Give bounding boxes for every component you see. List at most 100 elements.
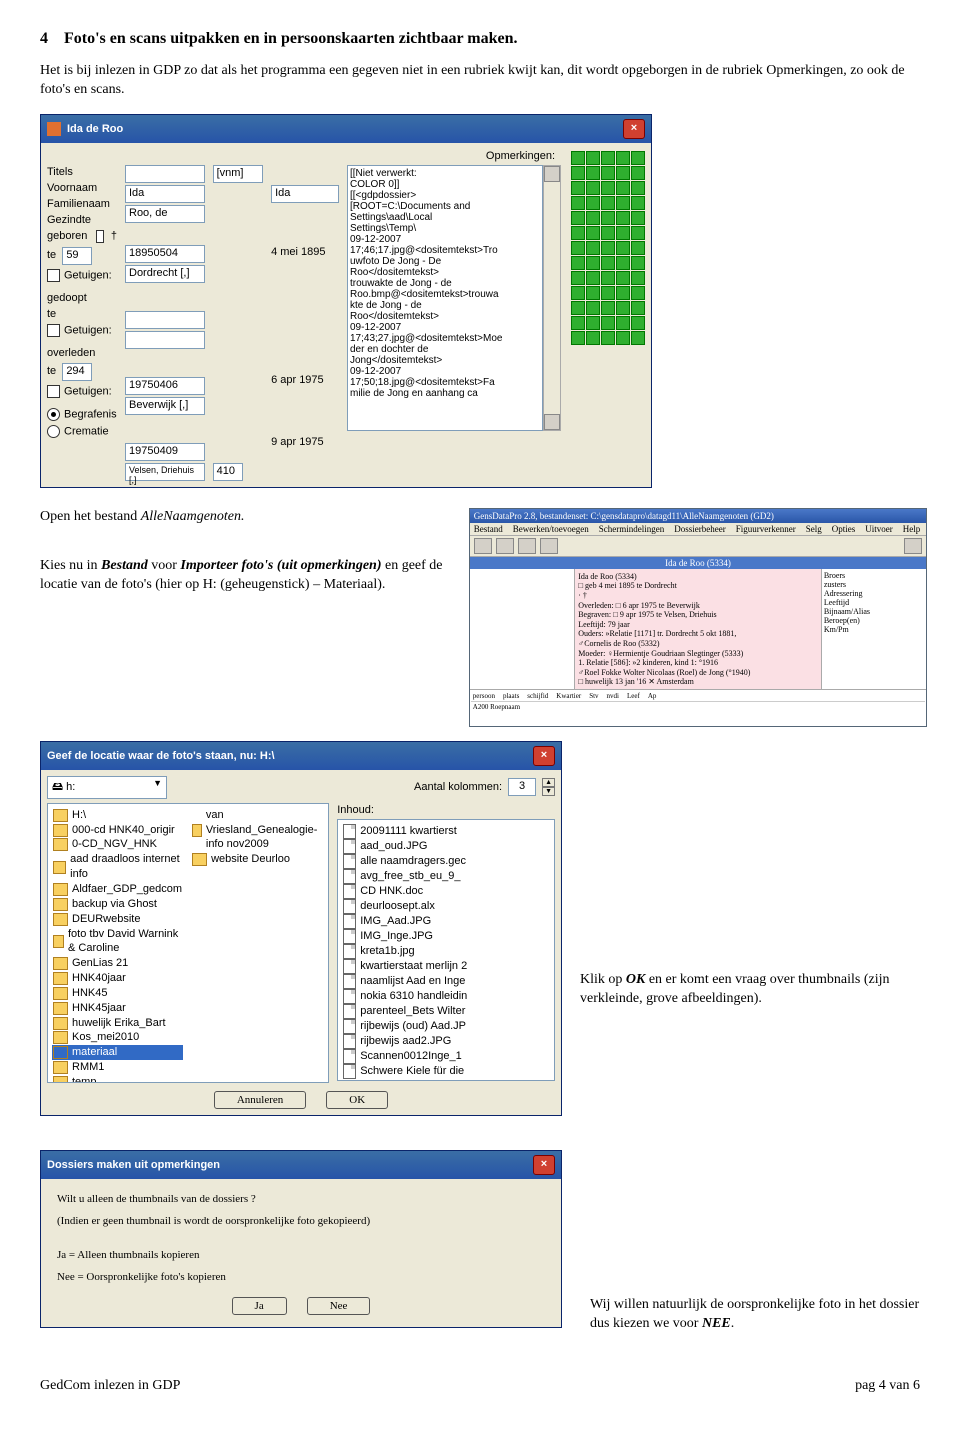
folder-item[interactable]: DEURwebsite (52, 912, 183, 927)
close-icon[interactable]: × (623, 119, 645, 139)
folder-item[interactable]: Aldfaer_GDP_gedcom (52, 882, 183, 897)
folder-icon (53, 1031, 68, 1044)
toolbar-btn[interactable] (518, 538, 536, 554)
drive-combo[interactable]: 🖴 h: ▼ (47, 776, 167, 799)
geb-code-input[interactable]: 59 (62, 247, 92, 265)
checkbox[interactable] (47, 269, 60, 282)
menu-item[interactable]: Uitvoer (865, 524, 893, 534)
menu-item[interactable]: Dossierbeheer (674, 524, 725, 534)
file-icon (343, 929, 356, 944)
mini-toolbar[interactable] (470, 536, 926, 557)
fd-titlebar[interactable]: Geef de locatie waar de foto's staan, nu… (41, 742, 561, 770)
file-item[interactable]: rijbewijs (oud) Aad.JP (342, 1019, 550, 1034)
file-item[interactable]: naamlijst Aad en Inge (342, 974, 550, 989)
mini-menubar[interactable]: Bestand Bewerken/toevoegen Schermindelinge… (470, 523, 926, 536)
folder-item[interactable]: HNK45jaar (52, 1001, 183, 1016)
menu-item[interactable]: Schermindelingen (599, 524, 664, 534)
menu-item[interactable]: Bewerken/toevoegen (513, 524, 589, 534)
checkbox[interactable] (47, 324, 60, 337)
folder-item[interactable]: 000-cd HNK40_origir (52, 823, 183, 838)
scrollbar[interactable] (543, 165, 561, 431)
folder-item[interactable]: GenLias 21 (52, 956, 183, 971)
folder-item[interactable]: 0-CD_NGV_HNK (52, 837, 183, 852)
folder-item[interactable]: backup via Ghost (52, 897, 183, 912)
folder-item[interactable]: van Vriesland_Genealogie-info nov2009 (191, 808, 324, 853)
folder-item[interactable]: HNK40jaar (52, 971, 183, 986)
file-item[interactable]: Schwere Kiele für die (342, 1064, 550, 1079)
checkbox[interactable] (47, 385, 60, 398)
toolbar-btn[interactable] (496, 538, 514, 554)
menu-item[interactable]: Opties (832, 524, 856, 534)
familienaam-input[interactable]: Roo, de (125, 205, 205, 223)
file-list[interactable]: 20091111 kwartierstaad_oud.JPGalle naamd… (337, 819, 555, 1081)
file-item[interactable]: aad_oud.JPG (342, 839, 550, 854)
nee-button[interactable]: Nee (307, 1297, 371, 1315)
toolbar-btn[interactable] (474, 538, 492, 554)
file-item[interactable]: nokia 6310 handleidin (342, 989, 550, 1004)
checkbox[interactable] (96, 230, 103, 243)
menu-item[interactable]: Bestand (474, 524, 503, 534)
folder-item[interactable]: HNK45 (52, 986, 183, 1001)
file-item[interactable]: kwartierstaat merlijn 2 (342, 959, 550, 974)
folder-item[interactable]: materiaal (52, 1045, 183, 1060)
file-item[interactable]: CD HNK.doc (342, 884, 550, 899)
file-icon (343, 914, 356, 929)
scroll-down-icon[interactable] (544, 414, 560, 430)
toolbar-btn[interactable] (904, 538, 922, 554)
file-item[interactable]: rijbewijs aad2.JPG (342, 1034, 550, 1049)
folder-item[interactable]: foto tbv David Warnink & Caroline (52, 927, 183, 957)
scroll-up-icon[interactable] (544, 166, 560, 182)
gedoopt-datum-input[interactable] (125, 311, 205, 329)
ovl-plaats-input[interactable]: Beverwijk [,] (125, 397, 205, 415)
toolbar-btn[interactable] (540, 538, 558, 554)
file-item[interactable]: kreta1b.jpg (342, 944, 550, 959)
file-item[interactable]: Scannen0012Inge_1 (342, 1049, 550, 1064)
cancel-button[interactable]: Annuleren (214, 1091, 306, 1109)
label-overleden: overleden (47, 346, 117, 360)
folder-list[interactable]: H:\000-cd HNK40_origir0-CD_NGV_HNKaad dr… (47, 803, 329, 1083)
file-item[interactable]: 20091111 kwartierst (342, 824, 550, 839)
radio-begrafenis[interactable]: Begrafenis (47, 407, 117, 422)
vnm-input[interactable]: [vnm] (213, 165, 263, 183)
gedoopt-plaats-input[interactable] (125, 331, 205, 349)
spinner-up-icon[interactable]: ▲ (542, 778, 555, 787)
folder-item[interactable]: aad draadloos internet info (52, 852, 183, 882)
voornaam-input[interactable]: Ida (125, 185, 205, 203)
beg-datum-input[interactable]: 19750409 (125, 443, 205, 461)
ok-button[interactable]: OK (326, 1091, 388, 1109)
roepnaam-input[interactable]: Ida (271, 185, 339, 203)
folder-item[interactable]: temp (52, 1075, 183, 1083)
file-item[interactable]: IMG_Aad.JPG (342, 914, 550, 929)
ja-button[interactable]: Ja (232, 1297, 287, 1315)
geb-datum-input[interactable]: 18950504 (125, 245, 205, 263)
file-item[interactable]: IMG_Inge.JPG (342, 929, 550, 944)
td-titlebar[interactable]: Dossiers maken uit opmerkingen × (41, 1151, 561, 1179)
folder-item[interactable]: RMM1 (52, 1060, 183, 1075)
folder-item[interactable]: Kos_mei2010 (52, 1030, 183, 1045)
file-item[interactable]: avg_free_stb_eu_9_ (342, 869, 550, 884)
close-icon[interactable]: × (533, 1155, 555, 1175)
geb-plaats-input[interactable]: Dordrecht [,] (125, 265, 205, 283)
close-icon[interactable]: × (533, 746, 555, 766)
folder-item[interactable]: huwelijk Erika_Bart (52, 1016, 183, 1031)
ovl-datum-input[interactable]: 19750406 (125, 377, 205, 395)
file-item[interactable]: parenteel_Bets Wilter (342, 1004, 550, 1019)
window-titlebar[interactable]: Ida de Roo × (41, 115, 651, 143)
folder-item[interactable]: H:\ (52, 808, 183, 823)
spinner-down-icon[interactable]: ▼ (542, 787, 555, 796)
file-item[interactable]: deurloosept.alx (342, 899, 550, 914)
opmerkingen-textarea[interactable]: [[Niet verwerkt: COLOR 0]] [[<gdpdossier… (347, 165, 543, 431)
beg-code-input[interactable]: 410 (213, 463, 243, 481)
beg-plaats-input[interactable]: Velsen, Driehuis [,] (125, 463, 205, 481)
td-q1: Wilt u alleen de thumbnails van de dossi… (57, 1193, 545, 1205)
file-item[interactable]: alle naamdragers.gec (342, 854, 550, 869)
menu-item[interactable]: Figuurverkenner (736, 524, 796, 534)
section-number: 4 (40, 30, 48, 47)
radio-crematie[interactable]: Crematie (47, 424, 117, 439)
aantal-input[interactable]: 3 (508, 778, 536, 796)
ovl-code-input[interactable]: 294 (62, 363, 92, 381)
menu-item[interactable]: Help (903, 524, 921, 534)
menu-item[interactable]: Selg (806, 524, 822, 534)
folder-item[interactable]: website Deurloo (191, 852, 324, 867)
titels-input[interactable] (125, 165, 205, 183)
